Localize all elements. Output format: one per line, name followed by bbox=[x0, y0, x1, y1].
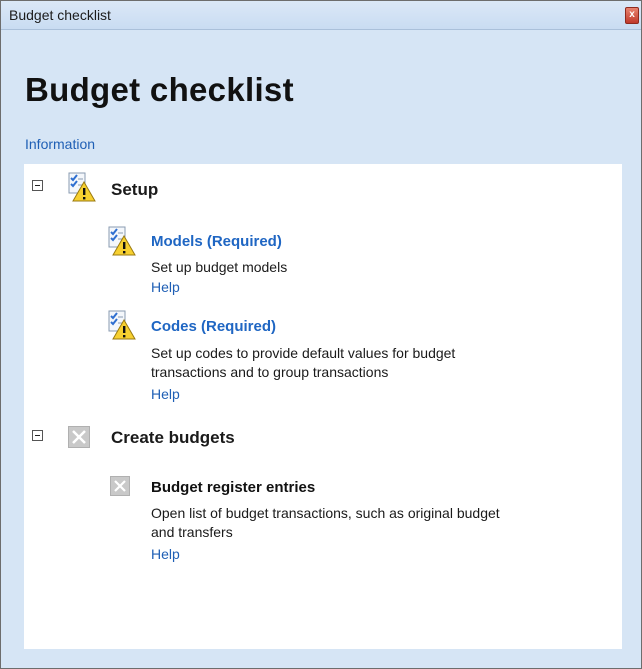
disabled-x-icon bbox=[68, 426, 90, 448]
group-title-create-budgets: Create budgets bbox=[111, 428, 235, 447]
collapse-create-budgets-toggle[interactable] bbox=[32, 430, 43, 441]
budget-register-help-link[interactable]: Help bbox=[151, 546, 180, 562]
codes-help-link[interactable]: Help bbox=[151, 386, 180, 402]
close-button[interactable]: x bbox=[625, 7, 639, 24]
page-title: Budget checklist bbox=[25, 71, 294, 108]
collapse-setup-toggle[interactable] bbox=[32, 180, 43, 191]
budget-register-entries-title[interactable]: Budget register entries bbox=[151, 479, 315, 496]
checklist-warning-icon bbox=[108, 310, 136, 340]
title-bar: Budget checklist x bbox=[1, 1, 641, 30]
information-link[interactable]: Information bbox=[25, 136, 95, 152]
codes-description-line-2: transactions and to group transactions bbox=[151, 364, 389, 380]
models-description: Set up budget models bbox=[151, 259, 288, 275]
codes-link[interactable]: Codes (Required) bbox=[151, 318, 276, 335]
models-help-link[interactable]: Help bbox=[151, 279, 180, 295]
budget-register-description-line-1: Open list of budget transactions, such a… bbox=[151, 505, 500, 521]
codes-description-line-1: Set up codes to provide default values f… bbox=[151, 345, 456, 361]
budget-register-description-line-2: and transfers bbox=[151, 524, 233, 540]
checklist-warning-icon bbox=[108, 226, 136, 256]
checklist-warning-icon bbox=[68, 172, 96, 202]
checklist-panel: Setup Models (Required) Set up budget mo… bbox=[24, 164, 622, 649]
models-link[interactable]: Models (Required) bbox=[151, 233, 282, 250]
disabled-x-icon bbox=[110, 476, 130, 496]
window-title: Budget checklist bbox=[9, 7, 111, 23]
group-title-setup: Setup bbox=[111, 180, 159, 199]
